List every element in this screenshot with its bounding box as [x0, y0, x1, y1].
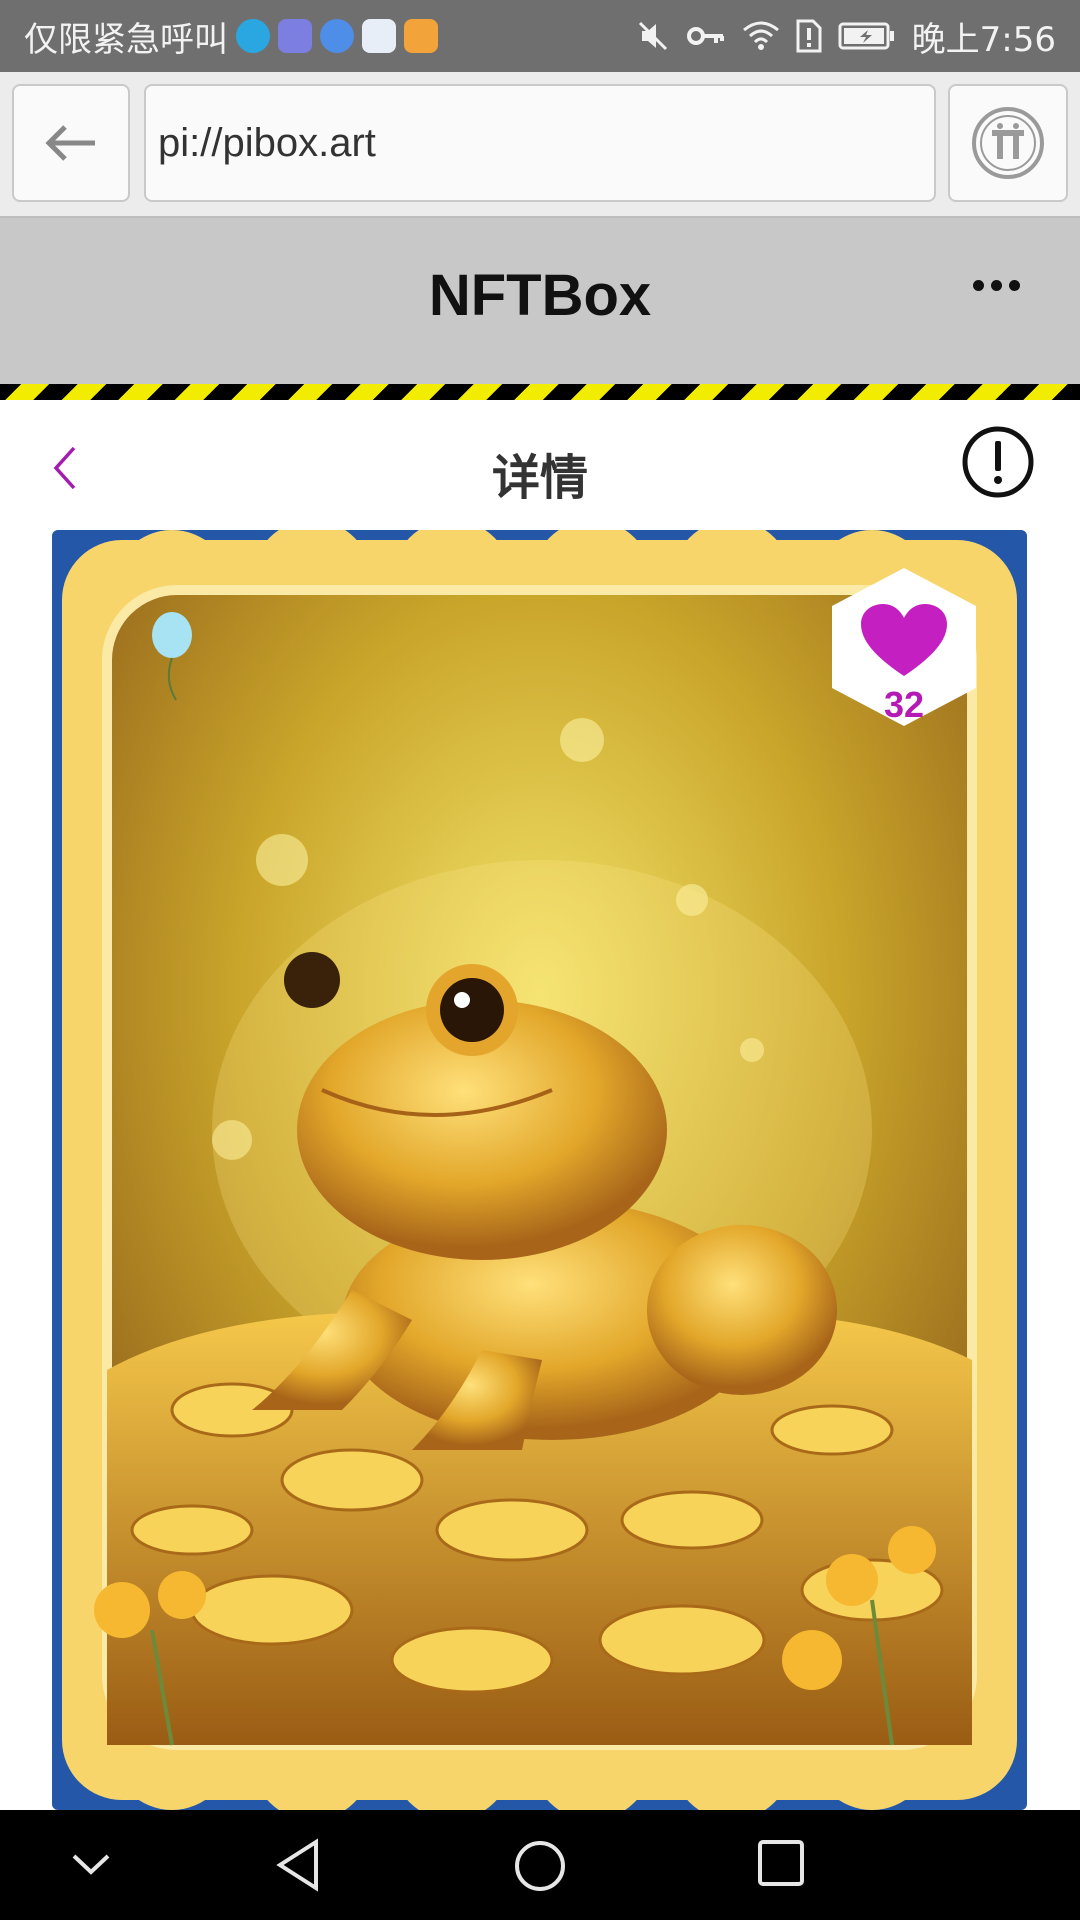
hazard-stripe-divider — [0, 384, 1080, 400]
key-icon — [686, 21, 726, 51]
nav-home-button[interactable] — [512, 1838, 568, 1898]
url-text: pi://pibox.art — [158, 120, 376, 165]
sim-alert-icon — [796, 19, 822, 53]
more-dot — [1009, 280, 1020, 291]
status-bar: 仅限紧急呼叫 晚上7:56 — [0, 0, 1080, 72]
like-count: 32 — [883, 684, 925, 725]
system-nav-bar — [0, 1810, 1080, 1920]
url-field[interactable]: pi://pibox.art — [144, 84, 936, 202]
report-button[interactable] — [960, 424, 1036, 504]
status-left: 仅限紧急呼叫 — [24, 12, 438, 61]
orange-app-icon — [404, 19, 438, 53]
wifi-icon — [742, 20, 780, 52]
like-button[interactable]: 32 — [824, 566, 984, 728]
page-title: 详情 — [491, 450, 588, 506]
mute-icon — [636, 19, 670, 53]
app-title: NFTBox — [428, 263, 652, 328]
battery-icon — [838, 21, 896, 51]
browser-toolbar: pi://pibox.art — [0, 72, 1080, 218]
arrow-left-icon — [45, 125, 95, 161]
status-time: 晚上7:56 — [911, 19, 1056, 60]
detail-header: 详情 — [0, 400, 1080, 530]
circle-home-icon — [515, 1841, 565, 1891]
more-dot — [973, 280, 984, 291]
exclamation-circle-icon — [962, 426, 1034, 498]
carrier-text: 仅限紧急呼叫 — [24, 19, 228, 60]
nav-back-button[interactable] — [274, 1838, 324, 1896]
scanner-app-icon — [362, 19, 396, 53]
music-app-icon — [278, 19, 312, 53]
triangle-back-icon — [276, 1838, 318, 1892]
nav-recents-button[interactable] — [756, 1838, 806, 1892]
heart-icon — [861, 604, 947, 676]
chevron-down-icon — [72, 1854, 110, 1875]
app-header: NFTBox — [0, 218, 1080, 384]
nav-hide-button[interactable] — [68, 1838, 114, 1892]
pi-logo-icon — [972, 107, 1044, 179]
browser-app-icon — [320, 19, 354, 53]
status-right: 晚上7:56 — [636, 12, 1056, 61]
pi-wallet-button[interactable] — [948, 84, 1068, 202]
more-dot — [991, 280, 1002, 291]
more-options-button[interactable] — [973, 280, 1020, 291]
browser-back-button[interactable] — [12, 84, 130, 202]
square-recents-icon — [758, 1840, 804, 1886]
swirl-app-icon — [236, 19, 270, 53]
